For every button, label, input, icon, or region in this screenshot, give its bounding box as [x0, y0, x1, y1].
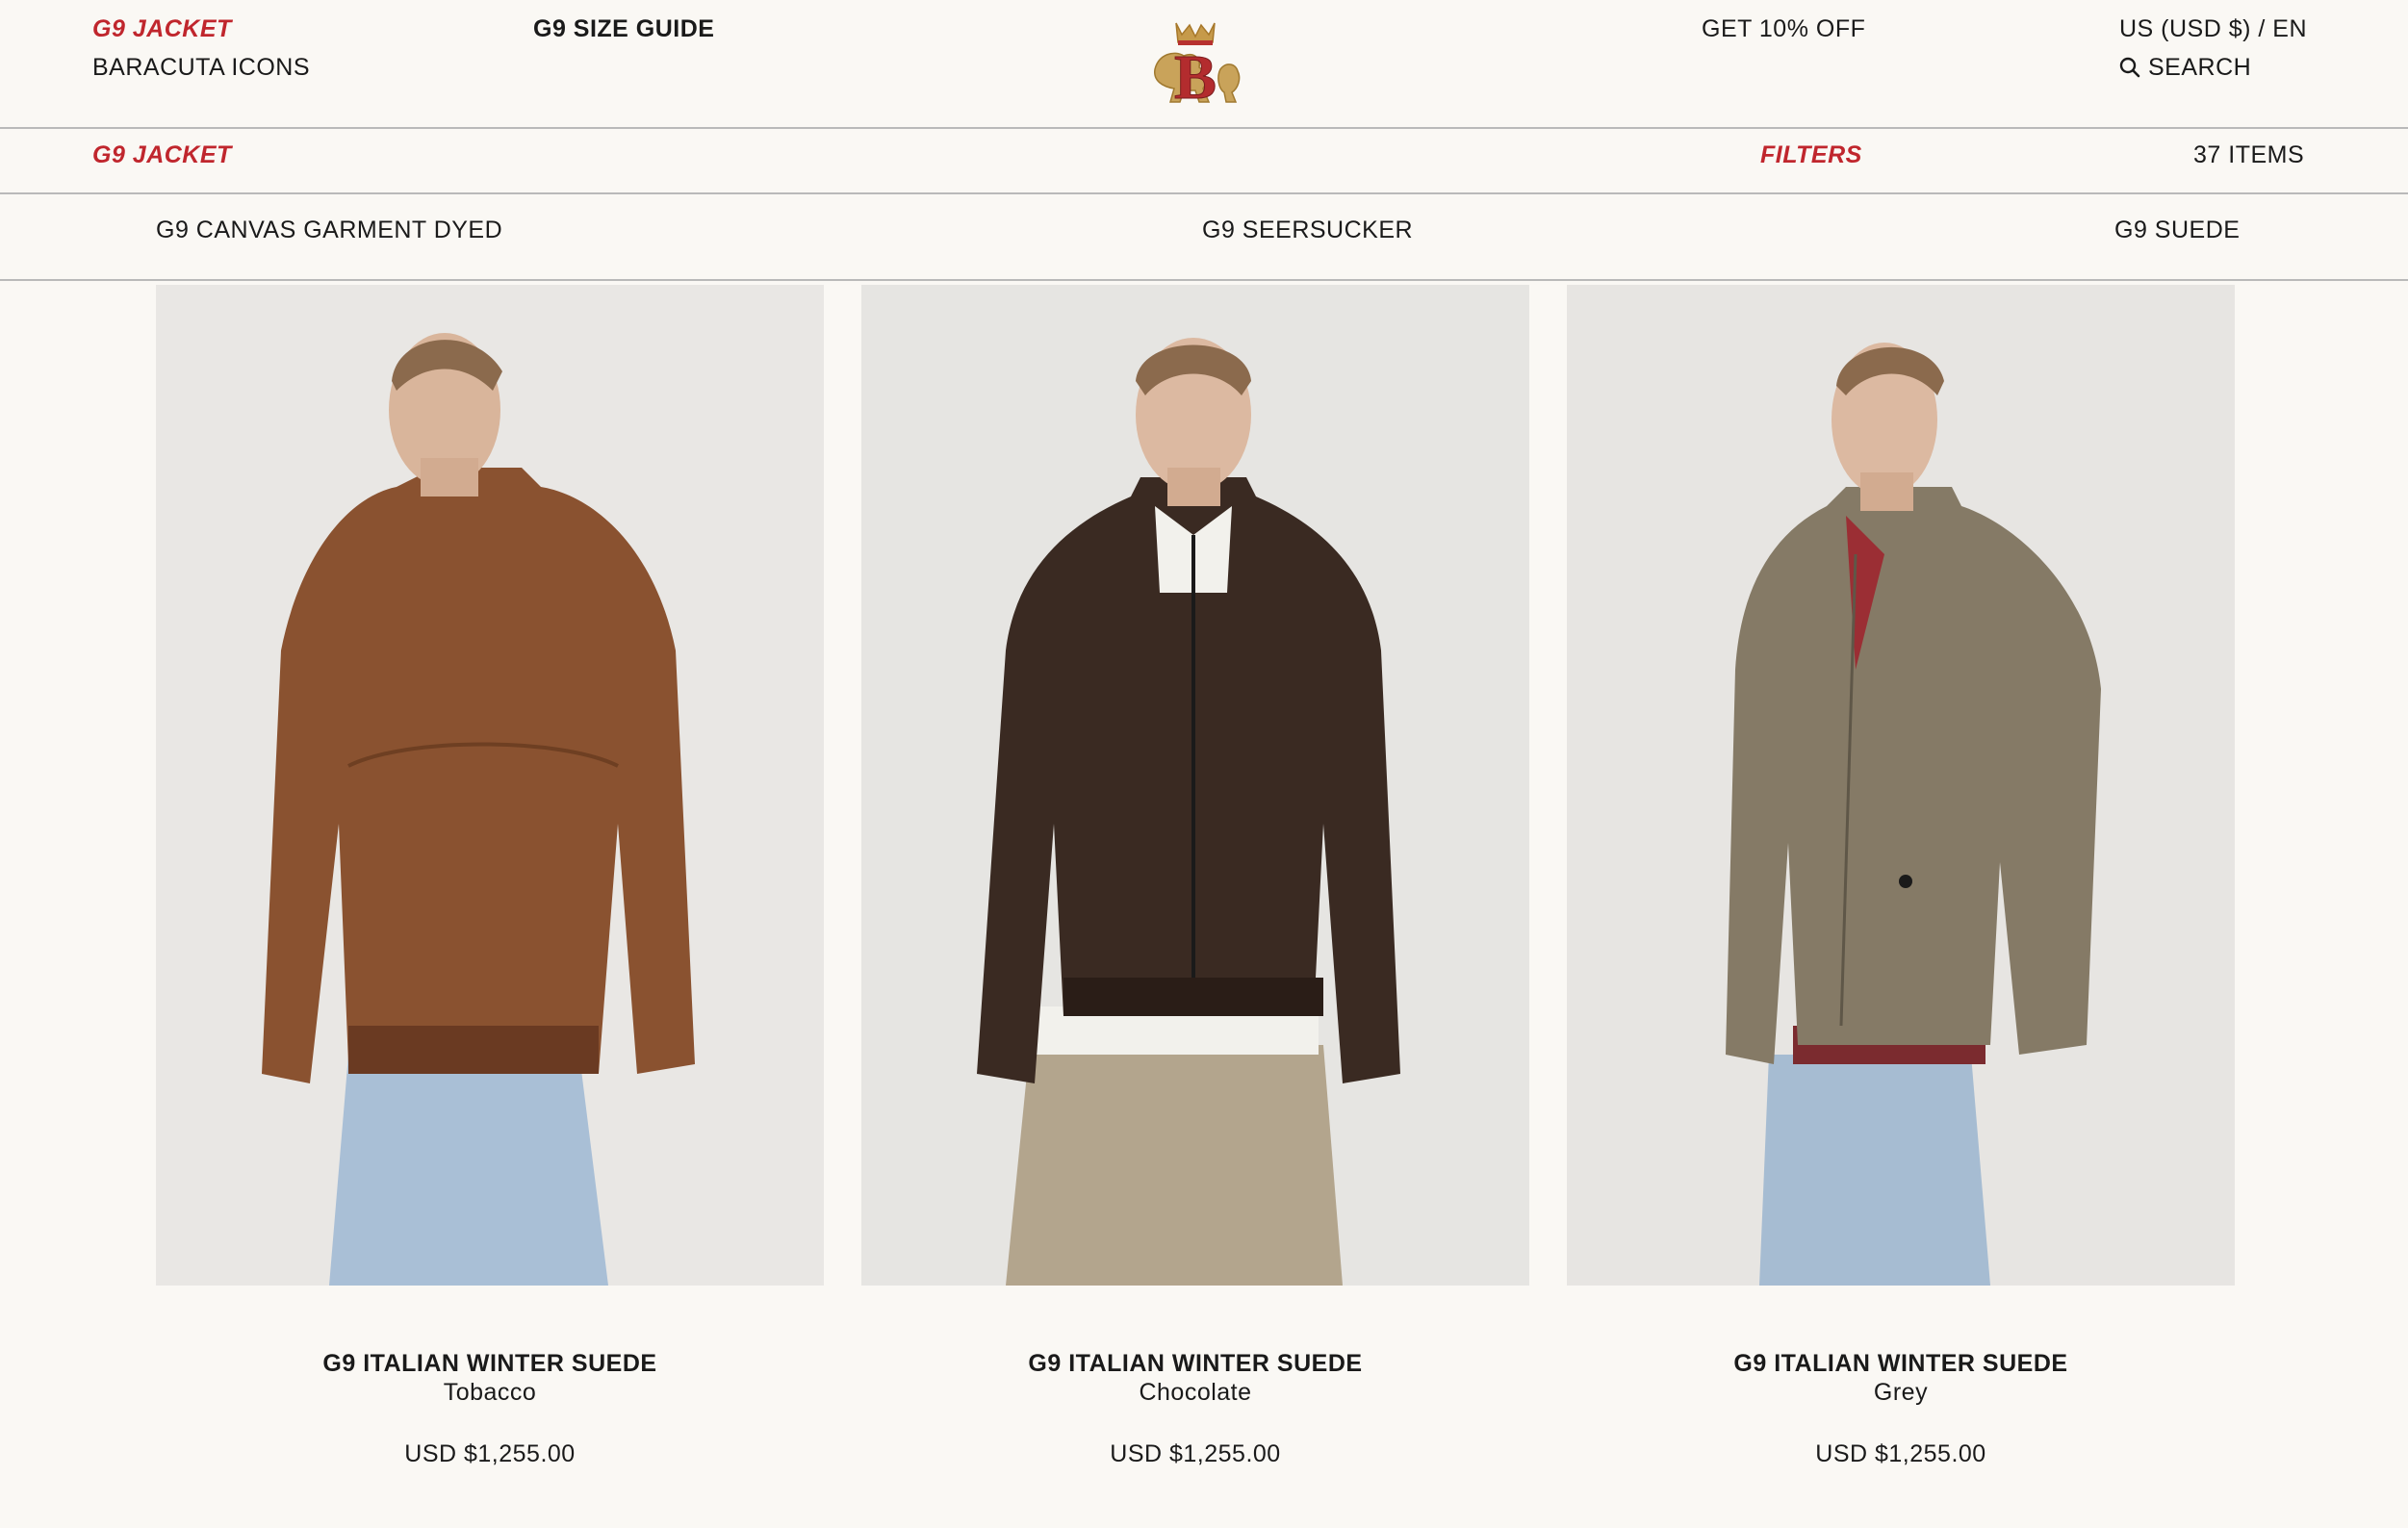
category-divider [0, 279, 2408, 281]
baracuta-crest-icon: B [1154, 22, 1241, 114]
item-count: 37 ITEMS [2193, 141, 2305, 168]
product-image[interactable] [156, 285, 824, 1286]
model-side-view-illustration [1567, 285, 2235, 1286]
product-price: USD $1,255.00 [1815, 1440, 1986, 1467]
product-price: USD $1,255.00 [404, 1440, 576, 1467]
breadcrumb-parent-link[interactable]: BARACUTA ICONS [92, 53, 310, 82]
svg-text:B: B [1174, 42, 1217, 108]
product-color: Chocolate [1139, 1379, 1252, 1406]
promo-link[interactable]: GET 10% OFF [1702, 14, 1865, 43]
category-tab-canvas-garment-dyed[interactable]: G9 CANVAS GARMENT DYED [156, 216, 502, 244]
product-name[interactable]: G9 ITALIAN WINTER SUEDE [156, 1349, 824, 1378]
locale-selector[interactable]: US (USD $) / EN [2119, 14, 2307, 43]
baracuta-logo[interactable]: B [1141, 13, 1249, 114]
model-back-view-illustration [156, 285, 824, 1286]
product-name[interactable]: G9 ITALIAN WINTER SUEDE [861, 1349, 1529, 1378]
toolbar-divider [0, 192, 2408, 194]
model-front-view-illustration [861, 285, 1529, 1286]
search-label: SEARCH [2148, 54, 2252, 81]
product-color: Tobacco [443, 1379, 537, 1406]
product-image[interactable] [861, 285, 1529, 1286]
product-image[interactable] [1567, 285, 2235, 1286]
search-icon [2119, 57, 2140, 78]
category-tab-seersucker[interactable]: G9 SEERSUCKER [1202, 216, 1413, 244]
product-color: Grey [1873, 1379, 1929, 1406]
product-card[interactable]: G9 ITALIAN WINTER SUEDE Tobacco USD $1,2… [156, 285, 824, 1468]
breadcrumb-current[interactable]: G9 JACKET [92, 14, 232, 43]
collection-title: G9 JACKET [92, 141, 232, 168]
header-divider [0, 127, 2408, 129]
filters-button[interactable]: FILTERS [1760, 140, 1862, 169]
product-price: USD $1,255.00 [1110, 1440, 1281, 1467]
product-card[interactable]: G9 ITALIAN WINTER SUEDE Grey USD $1,255.… [1567, 285, 2235, 1468]
product-name[interactable]: G9 ITALIAN WINTER SUEDE [1567, 1349, 2235, 1378]
product-card[interactable]: G9 ITALIAN WINTER SUEDE Chocolate USD $1… [861, 285, 1529, 1468]
search-button[interactable]: SEARCH [2119, 53, 2251, 82]
category-tab-suede[interactable]: G9 SUEDE [2114, 216, 2240, 244]
size-guide-link[interactable]: G9 SIZE GUIDE [533, 14, 714, 43]
